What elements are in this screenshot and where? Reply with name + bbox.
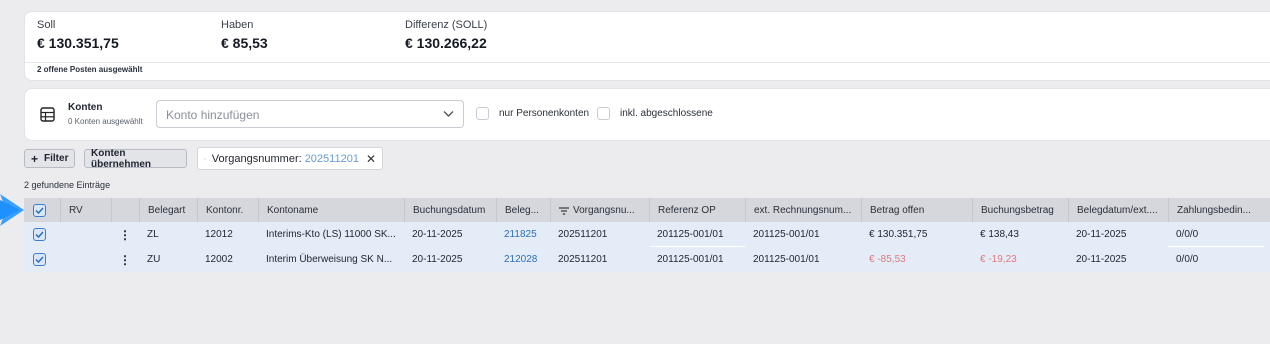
haben-value: € 85,53: [221, 35, 268, 51]
cell-beleg-link[interactable]: 211825: [496, 222, 550, 247]
cell-belegart: ZU: [147, 254, 161, 265]
col-header-zahlungsbedingung[interactable]: Zahlungsbedin...: [1168, 198, 1264, 223]
plus-icon: +: [31, 151, 39, 166]
filter-chip-key: Vorgangsnummer:: [211, 152, 302, 165]
account-select[interactable]: Konto hinzufügen: [156, 100, 464, 128]
cell-kontonr: 12012: [205, 229, 233, 240]
chevron-down-icon: [443, 111, 454, 117]
filter-button-label: Filter: [44, 153, 69, 164]
account-select-placeholder: Konto hinzufügen: [166, 108, 260, 122]
table-row[interactable]: ⋮ ZL 12012 Interims-Kto (LS) 11000 SK...…: [24, 222, 1270, 247]
col-header-vorgangsnummer[interactable]: Vorgangsnu...: [550, 198, 649, 223]
only-persons-label: nur Personenkonten: [499, 108, 590, 119]
accounts-title: Konten: [68, 102, 103, 113]
cell-belegdatum: 20-11-2025: [1076, 229, 1127, 240]
col-header-beleg[interactable]: Beleg...: [496, 198, 550, 223]
summary-card: Soll € 130.351,75 Haben € 85,53 Differen…: [24, 11, 1270, 81]
apply-accounts-label: Konten übernehmen: [91, 147, 152, 170]
include-closed-label: inkl. abgeschlossene: [620, 108, 713, 119]
cell-kontoname: Interims-Kto (LS) 11000 SK...: [266, 229, 396, 240]
col-header-vorgangsnummer-label: Vorgangsnu...: [573, 205, 635, 216]
cell-buchungsdatum: 20-11-2025: [412, 229, 463, 240]
col-header-actions: [111, 198, 139, 223]
cell-belegart: ZL: [147, 229, 159, 240]
cell-vorgangsnummer: 202511201: [558, 254, 608, 265]
col-header-belegart[interactable]: Belegart: [139, 198, 197, 223]
cell-kontoname: Interim Überweisung SK N...: [266, 254, 393, 265]
row-select-cell[interactable]: [33, 222, 60, 247]
col-header-buchungsbetrag[interactable]: Buchungsbetrag: [972, 198, 1068, 223]
cell-buchungsbetrag: € 138,43: [980, 229, 1019, 240]
cell-vorgangsnummer: 202511201: [558, 229, 608, 240]
cell-belegdatum: 20-11-2025: [1076, 254, 1127, 265]
haben-label: Haben: [221, 19, 254, 31]
col-header-referenz[interactable]: Referenz OP: [649, 198, 745, 223]
difference-value: € 130.266,22: [405, 35, 487, 51]
filter-icon: [559, 206, 569, 215]
cell-betrag-offen: € -85,53: [869, 254, 906, 265]
selected-items-count: 2 offene Posten ausgewählt: [37, 65, 143, 74]
apply-accounts-button[interactable]: Konten übernehmen: [84, 147, 187, 170]
row-select-cell[interactable]: [33, 247, 60, 272]
cell-beleg-link[interactable]: 212028: [496, 247, 550, 272]
cell-ext-rechnung: 201125-001/01: [753, 254, 820, 265]
cell-zahlungsbedingung: 0/0/0: [1176, 254, 1199, 265]
col-header-betrag-offen[interactable]: Betrag offen: [861, 198, 972, 223]
table-header-row: RV Belegart Kontonr. Kontoname Buchungsd…: [24, 198, 1270, 223]
close-icon[interactable]: ✕: [366, 152, 376, 166]
col-header-kontonr[interactable]: Kontonr.: [197, 198, 258, 223]
cell-kontonr: 12002: [205, 254, 233, 265]
more-vertical-icon: ⋮: [119, 227, 131, 242]
cell-zahlungsbedingung: 0/0/0: [1176, 229, 1199, 240]
result-count: 2 gefundene Einträge: [24, 180, 111, 190]
cell-ext-rechnung: 201125-001/01: [753, 229, 820, 240]
filter-chip-vorgangsnummer[interactable]: Vorgangsnummer: 202511201 ✕: [197, 147, 383, 170]
haben-block: Haben € 85,53: [221, 19, 268, 51]
table-row[interactable]: ⋮ ZU 12002 Interim Überweisung SK N... 2…: [24, 247, 1270, 272]
row-checkbox[interactable]: [33, 228, 46, 241]
add-filter-button[interactable]: + Filter: [24, 149, 75, 168]
include-closed-toggle[interactable]: inkl. abgeschlossene: [597, 107, 713, 120]
row-checkbox[interactable]: [33, 253, 46, 266]
row-actions-menu[interactable]: ⋮: [111, 222, 139, 247]
table-grid-icon: [40, 107, 55, 122]
cell-referenz: 201125-001/01: [657, 254, 724, 265]
checkmark-icon: [35, 231, 44, 238]
more-vertical-icon: ⋮: [119, 252, 131, 267]
accounts-subtitle: 0 Konten ausgewählt: [68, 117, 143, 126]
col-header-buchungsdatum[interactable]: Buchungsdatum: [404, 198, 496, 223]
only-persons-toggle[interactable]: nur Personenkonten: [476, 107, 589, 120]
include-closed-checkbox[interactable]: [597, 107, 610, 120]
pointer-arrow-icon: [0, 194, 24, 226]
row-actions-menu[interactable]: ⋮: [111, 247, 139, 272]
chevron-down-icon: [204, 157, 206, 160]
cell-betrag-offen: € 130.351,75: [869, 229, 928, 240]
difference-block: Differenz (SOLL) € 130.266,22: [405, 19, 487, 51]
col-header-belegdatum[interactable]: Belegdatum/ext....: [1068, 198, 1168, 223]
row-divider: [649, 246, 745, 247]
only-persons-checkbox[interactable]: [476, 107, 489, 120]
soll-value: € 130.351,75: [37, 35, 119, 51]
summary-divider: [25, 62, 1270, 63]
checkmark-icon: [35, 207, 44, 214]
soll-label: Soll: [37, 19, 56, 31]
difference-label: Differenz (SOLL): [405, 19, 488, 31]
select-all-cell[interactable]: [24, 198, 60, 223]
row-divider: [1168, 246, 1264, 247]
checkmark-icon: [35, 256, 44, 263]
filter-chip-value: 202511201: [304, 152, 359, 165]
col-header-rv[interactable]: RV: [60, 198, 111, 223]
cell-referenz: 201125-001/01: [657, 229, 724, 240]
cell-buchungsdatum: 20-11-2025: [412, 254, 463, 265]
soll-block: Soll € 130.351,75: [37, 19, 119, 51]
select-all-checkbox[interactable]: [33, 204, 46, 217]
cell-buchungsbetrag: € -19,23: [980, 254, 1017, 265]
col-header-ext-rechnung[interactable]: ext. Rechnungsnum...: [745, 198, 861, 223]
col-header-kontoname[interactable]: Kontoname: [258, 198, 404, 223]
accounts-card: Konten 0 Konten ausgewählt Konto hinzufü…: [24, 88, 1270, 141]
